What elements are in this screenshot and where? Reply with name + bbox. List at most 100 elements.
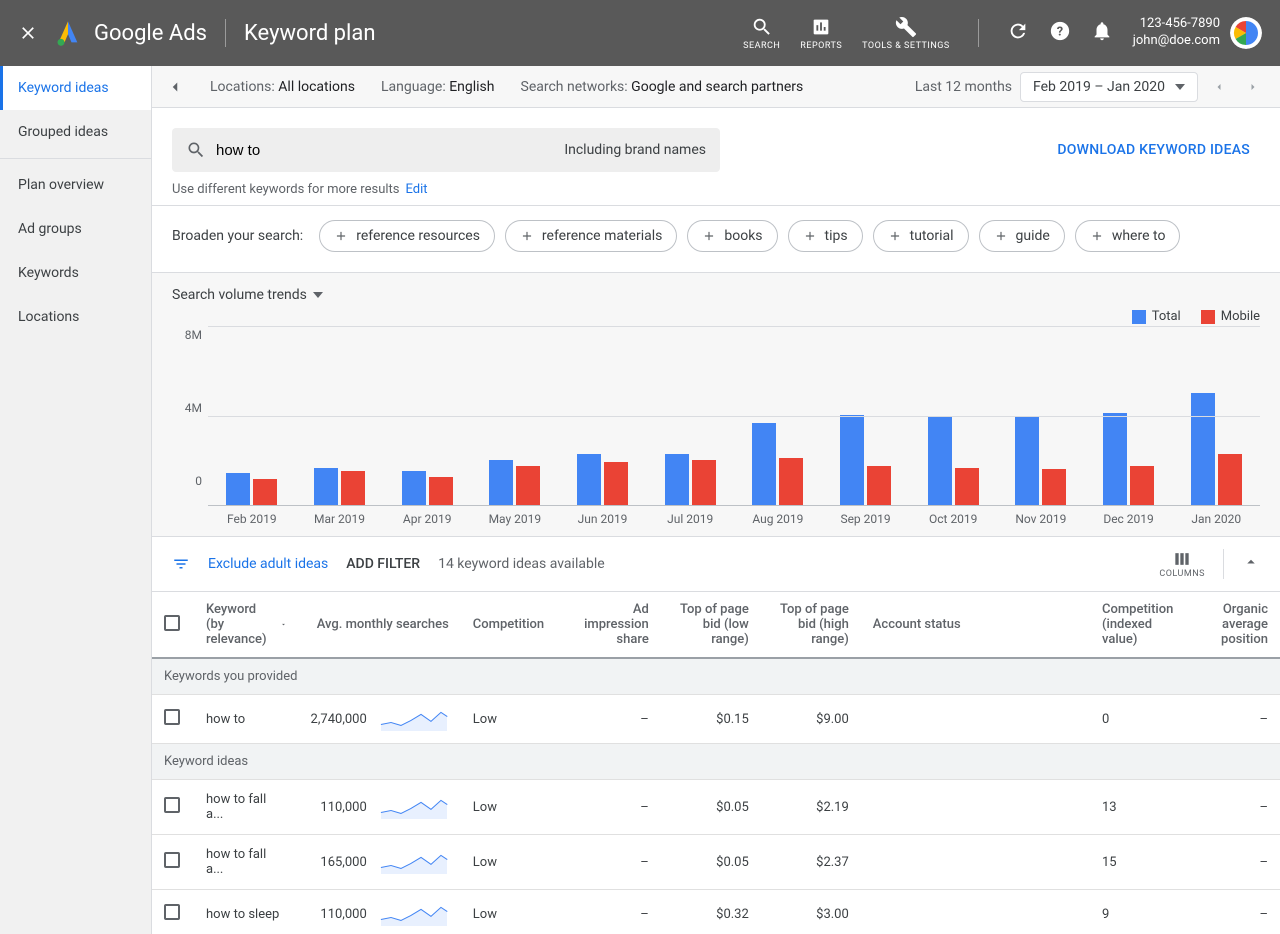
- sidebar-item-plan-overview[interactable]: Plan overview: [0, 163, 151, 207]
- chart-bar: [867, 466, 891, 505]
- cell-competition: Low: [461, 890, 561, 934]
- cell-searches: 110,000: [299, 890, 461, 934]
- cell-bid-high: $2.37: [761, 835, 861, 890]
- refresh-icon[interactable]: [997, 20, 1039, 46]
- cell-bid-high: $2.19: [761, 780, 861, 835]
- date-prev-icon[interactable]: [1206, 74, 1232, 100]
- filter-language[interactable]: Language: English: [381, 79, 495, 95]
- chart-bar: [752, 423, 776, 506]
- filter-networks[interactable]: Search networks: Google and search partn…: [521, 79, 804, 95]
- download-keyword-ideas[interactable]: DOWNLOAD KEYWORD IDEAS: [1057, 142, 1250, 158]
- row-checkbox[interactable]: [164, 797, 180, 813]
- chart-bar: [402, 471, 426, 505]
- table-section-header: Keyword ideas: [152, 744, 1280, 780]
- chart-bar: [779, 458, 803, 505]
- collapse-chart-icon[interactable]: [1242, 553, 1260, 575]
- cell-impression: –: [561, 780, 661, 835]
- chart-bars: [208, 326, 1260, 506]
- cell-bid-low: $0.05: [661, 835, 761, 890]
- ideas-count: 14 keyword ideas available: [438, 556, 605, 572]
- col-keyword[interactable]: Keyword (by relevance): [206, 602, 287, 647]
- col-bid-high[interactable]: Top of page bid (high range): [761, 592, 861, 658]
- date-next-icon[interactable]: [1240, 74, 1266, 100]
- filter-icon[interactable]: [172, 555, 190, 573]
- cell-searches: 2,740,000: [299, 695, 461, 744]
- notifications-icon[interactable]: [1081, 20, 1123, 46]
- page-title: Keyword plan: [244, 21, 375, 46]
- sidebar-item-locations[interactable]: Locations: [0, 295, 151, 339]
- cell-bid-low: $0.32: [661, 890, 761, 934]
- cell-bid-low: $0.15: [661, 695, 761, 744]
- cell-status: [861, 695, 1090, 744]
- cell-searches: 165,000: [299, 835, 461, 890]
- broaden-chip[interactable]: tutorial: [873, 220, 969, 252]
- close-icon[interactable]: [18, 23, 38, 43]
- divider: [225, 19, 226, 47]
- table-section-header: Keywords you provided: [152, 658, 1280, 695]
- tools-settings[interactable]: TOOLS & SETTINGS: [852, 16, 960, 51]
- broaden-chip[interactable]: books: [687, 220, 777, 252]
- row-checkbox[interactable]: [164, 904, 180, 920]
- search-icon: [186, 140, 206, 160]
- table-row[interactable]: how to sleep110,000Low–$0.32$3.009–: [152, 890, 1280, 934]
- app-header: Google Ads Keyword plan SEARCH REPORTS T…: [0, 0, 1280, 66]
- columns-button[interactable]: COLUMNS: [1159, 549, 1205, 579]
- date-range-button[interactable]: Feb 2019 – Jan 2020: [1020, 72, 1198, 102]
- broaden-chip[interactable]: reference materials: [505, 220, 677, 252]
- filters-bar: Locations: All locations Language: Engli…: [152, 66, 1280, 108]
- search-input[interactable]: [216, 142, 554, 159]
- edit-link[interactable]: Edit: [405, 182, 427, 197]
- sidebar-item-keywords[interactable]: Keywords: [0, 251, 151, 295]
- collapse-icon[interactable]: [166, 78, 184, 96]
- table-filter-row: Exclude adult ideas ADD FILTER 14 keywor…: [152, 537, 1280, 592]
- table-row[interactable]: how to fall a...165,000Low–$0.05$2.3715–: [152, 835, 1280, 890]
- cell-keyword: how to fall a...: [194, 780, 299, 835]
- search-tool[interactable]: SEARCH: [733, 16, 790, 51]
- exclude-adult-link[interactable]: Exclude adult ideas: [208, 556, 328, 572]
- row-checkbox[interactable]: [164, 709, 180, 725]
- keyword-search[interactable]: Including brand names: [172, 128, 720, 172]
- avatar[interactable]: [1230, 17, 1262, 49]
- add-filter-button[interactable]: ADD FILTER: [346, 556, 420, 572]
- cell-impression: –: [561, 695, 661, 744]
- col-searches[interactable]: Avg. monthly searches: [299, 592, 461, 658]
- chart-bar: [955, 468, 979, 506]
- sidebar-item-ad-groups[interactable]: Ad groups: [0, 207, 151, 251]
- col-organic[interactable]: Organic average position: [1200, 592, 1280, 658]
- chart-bar: [1130, 466, 1154, 505]
- cell-comp-index: 9: [1090, 890, 1200, 934]
- col-comp-index[interactable]: Competition (indexed value): [1090, 592, 1200, 658]
- cell-organic: –: [1200, 890, 1280, 934]
- row-checkbox[interactable]: [164, 852, 180, 868]
- reports-tool[interactable]: REPORTS: [790, 16, 852, 51]
- cell-organic: –: [1200, 695, 1280, 744]
- select-all-checkbox[interactable]: [164, 615, 180, 631]
- cell-competition: Low: [461, 695, 561, 744]
- sidebar-item-grouped-ideas[interactable]: Grouped ideas: [0, 110, 151, 154]
- user-info[interactable]: 123-456-7890 john@doe.com: [1133, 16, 1220, 50]
- cell-comp-index: 13: [1090, 780, 1200, 835]
- cell-competition: Low: [461, 780, 561, 835]
- col-competition[interactable]: Competition: [461, 592, 561, 658]
- help-icon[interactable]: ?: [1039, 20, 1081, 46]
- broaden-chip[interactable]: where to: [1075, 220, 1181, 252]
- chart-bar: [1042, 469, 1066, 505]
- sidebar-item-keyword-ideas[interactable]: Keyword ideas: [0, 66, 151, 110]
- broaden-chip[interactable]: tips: [788, 220, 863, 252]
- col-bid-low[interactable]: Top of page bid (low range): [661, 592, 761, 658]
- search-hint: Use different keywords for more resultsE…: [172, 182, 1260, 197]
- broaden-chip[interactable]: guide: [979, 220, 1065, 252]
- legend-total-swatch: [1132, 310, 1146, 324]
- table-row[interactable]: how to2,740,000Low–$0.15$9.000–: [152, 695, 1280, 744]
- including-brand-names[interactable]: Including brand names: [564, 142, 706, 158]
- table-row[interactable]: how to fall a...110,000Low–$0.05$2.1913–: [152, 780, 1280, 835]
- cell-status: [861, 835, 1090, 890]
- chart-title-dropdown[interactable]: Search volume trends: [172, 287, 1260, 303]
- broaden-chip[interactable]: reference resources: [319, 220, 495, 252]
- chart-bar: [665, 454, 689, 505]
- keyword-table: Keyword (by relevance) Avg. monthly sear…: [152, 592, 1280, 934]
- filter-locations[interactable]: Locations: All locations: [210, 79, 355, 95]
- col-account-status[interactable]: Account status: [861, 592, 1090, 658]
- col-impression[interactable]: Ad impression share: [561, 592, 661, 658]
- cell-competition: Low: [461, 835, 561, 890]
